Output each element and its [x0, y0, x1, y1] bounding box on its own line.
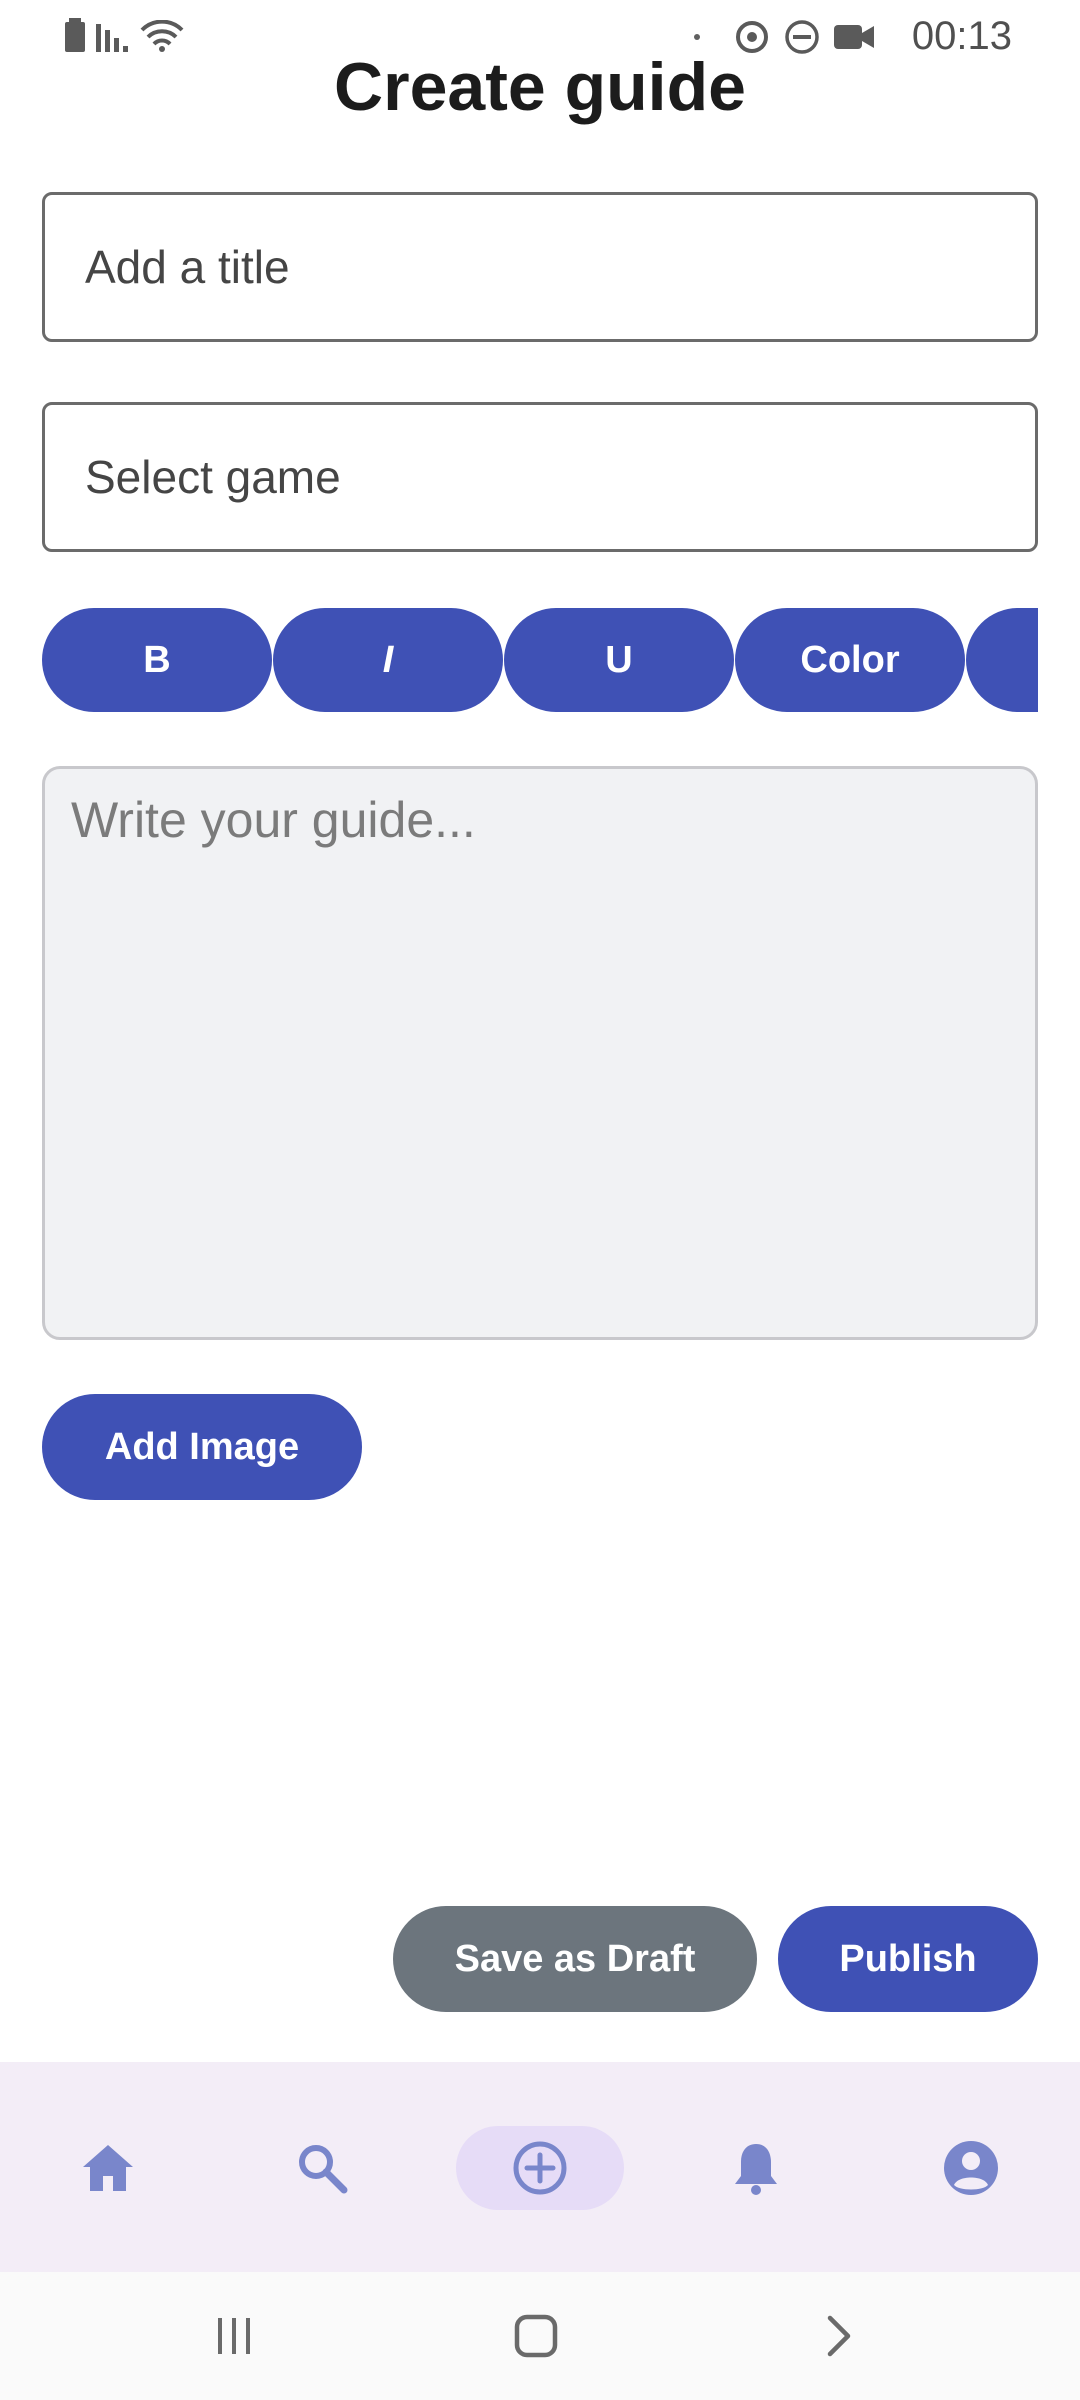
game-select-placeholder: Select game [85, 451, 341, 503]
battery-icon [65, 18, 85, 52]
dot-icon [693, 33, 700, 40]
nav-search[interactable] [282, 2128, 362, 2208]
underline-button[interactable]: U [504, 608, 734, 712]
guide-editor[interactable]: Write your guide... [42, 766, 1038, 1340]
bold-button[interactable]: B [42, 608, 272, 712]
bottom-nav [0, 2062, 1080, 2272]
save-draft-button[interactable]: Save as Draft [393, 1906, 757, 2012]
system-nav [0, 2272, 1080, 2400]
recent-apps-icon [218, 2318, 250, 2354]
status-left [64, 18, 184, 52]
video-record-icon [833, 24, 874, 49]
color-button[interactable]: Color [735, 608, 965, 712]
system-home-button[interactable] [496, 2296, 576, 2376]
nav-notifications[interactable] [716, 2128, 796, 2208]
nav-create[interactable] [456, 2126, 624, 2210]
publish-button[interactable]: Publish [778, 1906, 1038, 2012]
home-button-icon [514, 2314, 558, 2358]
system-back-button[interactable] [799, 2296, 879, 2376]
format-button-partial[interactable]: I [966, 608, 1038, 712]
guide-editor-placeholder: Write your guide... [71, 792, 476, 848]
account-icon [944, 2141, 998, 2195]
title-input[interactable]: Add a title [42, 192, 1038, 342]
recent-apps-button[interactable] [194, 2296, 274, 2376]
home-icon [83, 2145, 133, 2191]
game-select[interactable]: Select game [42, 402, 1038, 552]
nav-profile[interactable] [931, 2128, 1011, 2208]
search-icon [299, 2145, 348, 2194]
add-circle-icon [513, 2141, 567, 2195]
nav-home[interactable] [68, 2128, 148, 2208]
italic-button[interactable]: I [273, 608, 503, 712]
bell-icon [735, 2144, 777, 2195]
back-icon [827, 2315, 851, 2357]
add-image-button[interactable]: Add Image [42, 1394, 362, 1500]
page-title: Create guide [334, 49, 746, 125]
format-toolbar: B I U Color I [42, 608, 1038, 712]
title-input-placeholder: Add a title [85, 241, 290, 293]
